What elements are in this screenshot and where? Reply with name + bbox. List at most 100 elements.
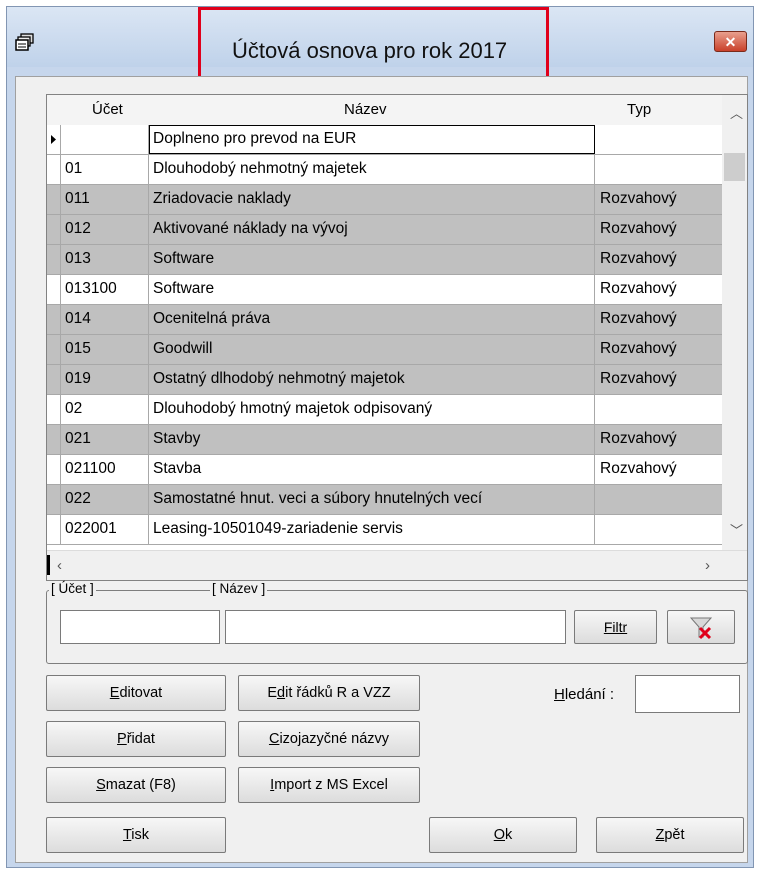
delete-button[interactable]: Smazat (F8)	[46, 767, 226, 803]
row-indicator[interactable]	[47, 395, 61, 424]
row-indicator[interactable]	[47, 485, 61, 514]
cell-typ[interactable]	[595, 125, 722, 154]
scroll-right-icon[interactable]: ›	[705, 557, 710, 574]
print-button[interactable]: Tisk	[46, 817, 226, 853]
clear-filter-icon	[689, 617, 713, 640]
cell-typ[interactable]: Rozvahový	[595, 215, 722, 244]
table-row[interactable]: 021100 Stavba Rozvahový	[47, 455, 722, 485]
add-button[interactable]: Přidat	[46, 721, 226, 757]
table-row[interactable]: Doplneno pro prevod na EUR	[47, 125, 722, 155]
cell-ucet[interactable]: 014	[61, 305, 149, 334]
cell-nazev[interactable]: Zriadovacie naklady	[149, 185, 595, 214]
table-row[interactable]: 019 Ostatný dlhodobý nehmotný majetok Rozv…	[47, 365, 722, 395]
edit-rows-button[interactable]: Edit řádků R a VZZ	[238, 675, 420, 711]
table-row[interactable]: 011 Zriadovacie naklady Rozvahový	[47, 185, 722, 215]
scroll-left-icon[interactable]: ‹	[57, 557, 62, 574]
filter-nazev-input[interactable]	[225, 610, 566, 644]
search-input[interactable]	[635, 675, 740, 713]
cell-ucet[interactable]: 011	[61, 185, 149, 214]
cell-typ[interactable]	[595, 485, 722, 514]
column-header-nazev[interactable]: Název	[344, 101, 387, 118]
column-header-ucet[interactable]: Účet	[92, 101, 123, 118]
cell-typ[interactable]: Rozvahový	[595, 335, 722, 364]
cell-ucet[interactable]: 01	[61, 155, 149, 184]
row-indicator[interactable]	[47, 275, 61, 304]
cell-nazev[interactable]: Doplneno pro prevod na EUR	[149, 125, 595, 154]
cell-typ[interactable]: Rozvahový	[595, 425, 722, 454]
cell-ucet[interactable]	[61, 125, 149, 154]
vertical-scrollbar[interactable]: ︿ ﹀	[722, 95, 747, 550]
cell-ucet[interactable]: 013100	[61, 275, 149, 304]
cell-nazev[interactable]: Stavby	[149, 425, 595, 454]
table-row[interactable]: 022001 Leasing-10501049-zariadenie servis	[47, 515, 722, 545]
cell-nazev[interactable]: Ocenitelná práva	[149, 305, 595, 334]
scroll-up-icon[interactable]: ︿	[730, 103, 743, 122]
cell-typ[interactable]	[595, 515, 722, 544]
cell-nazev[interactable]: Samostatné hnut. veci a súbory hnutelnýc…	[149, 485, 595, 514]
edit-button[interactable]: Editovat	[46, 675, 226, 711]
foreign-names-button[interactable]: Cizojazyčné názvy	[238, 721, 420, 757]
scroll-thumb[interactable]	[724, 153, 745, 181]
cell-nazev[interactable]: Aktivované náklady na vývoj	[149, 215, 595, 244]
cell-nazev[interactable]: Software	[149, 245, 595, 274]
cell-nazev[interactable]: Dlouhodobý nehmotný majetek	[149, 155, 595, 184]
row-indicator[interactable]	[47, 155, 61, 184]
horizontal-scrollbar[interactable]: ‹ ›	[47, 550, 747, 580]
cell-typ[interactable]: Rozvahový	[595, 365, 722, 394]
row-indicator[interactable]	[47, 425, 61, 454]
cell-ucet[interactable]: 012	[61, 215, 149, 244]
import-excel-button[interactable]: Import z MS Excel	[238, 767, 420, 803]
table-row[interactable]: 015 Goodwill Rozvahový	[47, 335, 722, 365]
table-row[interactable]: 01 Dlouhodobý nehmotný majetek	[47, 155, 722, 185]
row-indicator[interactable]	[47, 335, 61, 364]
filter-ucet-input[interactable]	[60, 610, 220, 644]
row-indicator[interactable]	[47, 515, 61, 544]
table-row[interactable]: 013 Software Rozvahový	[47, 245, 722, 275]
cell-ucet[interactable]: 022001	[61, 515, 149, 544]
table-row[interactable]: 02 Dlouhodobý hmotný majetok odpisovaný	[47, 395, 722, 425]
table-row[interactable]: 022 Samostatné hnut. veci a súbory hnutel…	[47, 485, 722, 515]
cell-typ[interactable]	[595, 395, 722, 424]
row-indicator[interactable]	[47, 185, 61, 214]
cell-typ[interactable]: Rozvahový	[595, 245, 722, 274]
cell-nazev[interactable]: Leasing-10501049-zariadenie servis	[149, 515, 595, 544]
cell-typ[interactable]: Rozvahový	[595, 275, 722, 304]
clear-filter-button[interactable]	[667, 610, 735, 644]
cell-nazev[interactable]: Stavba	[149, 455, 595, 484]
back-button[interactable]: Zpět	[596, 817, 744, 853]
filter-ucet-label: [ Účet ]	[49, 581, 96, 596]
cell-typ[interactable]: Rozvahový	[595, 305, 722, 334]
filter-button[interactable]: Filtr	[574, 610, 657, 644]
cell-nazev[interactable]: Software	[149, 275, 595, 304]
cell-nazev[interactable]: Ostatný dlhodobý nehmotný majetok	[149, 365, 595, 394]
cell-ucet[interactable]: 021100	[61, 455, 149, 484]
row-indicator[interactable]	[47, 455, 61, 484]
table-row[interactable]: 014 Ocenitelná práva Rozvahový	[47, 305, 722, 335]
cell-nazev[interactable]: Goodwill	[149, 335, 595, 364]
cell-ucet[interactable]: 015	[61, 335, 149, 364]
row-indicator[interactable]	[47, 305, 61, 334]
row-indicator[interactable]	[47, 215, 61, 244]
cell-typ[interactable]: Rozvahový	[595, 185, 722, 214]
cell-typ[interactable]: Rozvahový	[595, 455, 722, 484]
table-row[interactable]: 021 Stavby Rozvahový	[47, 425, 722, 455]
cell-ucet[interactable]: 019	[61, 365, 149, 394]
row-indicator[interactable]	[47, 365, 61, 394]
scroll-down-icon[interactable]: ﹀	[730, 520, 743, 539]
row-indicator[interactable]	[47, 125, 61, 154]
table-row[interactable]: 013100 Software Rozvahový	[47, 275, 722, 305]
row-indicator[interactable]	[47, 245, 61, 274]
cell-ucet[interactable]: 013	[61, 245, 149, 274]
cell-ucet[interactable]: 022	[61, 485, 149, 514]
cell-typ[interactable]	[595, 155, 722, 184]
cell-nazev[interactable]: Dlouhodobý hmotný majetok odpisovaný	[149, 395, 595, 424]
ok-button[interactable]: Ok	[429, 817, 577, 853]
edit-button-label: Editovat	[109, 685, 163, 701]
table-row[interactable]: 012 Aktivované náklady na vývoj Rozvahový	[47, 215, 722, 245]
close-button[interactable]: ✕	[714, 31, 747, 52]
cell-ucet[interactable]: 021	[61, 425, 149, 454]
column-header-typ[interactable]: Typ	[627, 101, 651, 118]
accounts-grid[interactable]: Účet Název Typ Doplneno pro prevod na EU…	[46, 94, 748, 581]
dialog-body: Účet Název Typ Doplneno pro prevod na EU…	[15, 76, 748, 863]
cell-ucet[interactable]: 02	[61, 395, 149, 424]
